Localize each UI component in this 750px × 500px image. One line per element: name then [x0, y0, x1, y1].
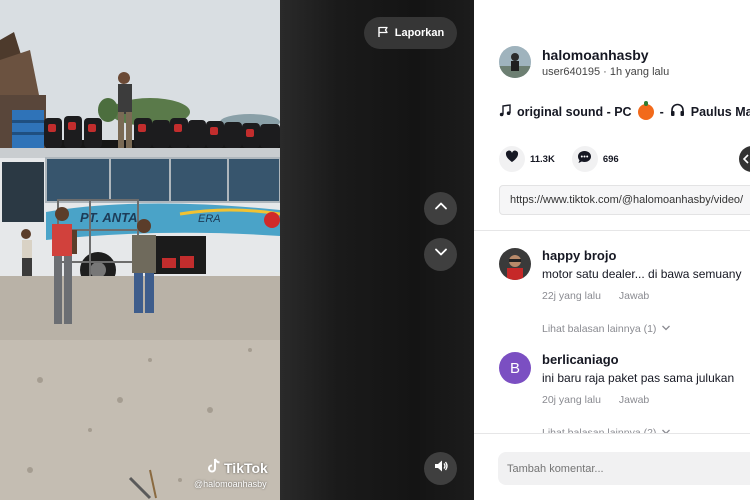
heart-icon [505, 150, 519, 168]
code-icon [739, 154, 750, 176]
video-scene: PT. ANTA ERA [0, 0, 280, 500]
action-bar: 11.3K 696 [499, 146, 636, 172]
reply-button[interactable]: Jawab [619, 394, 649, 406]
comment-text: motor satu dealer... di bawa semuany [542, 267, 742, 281]
reply-button[interactable]: Jawab [619, 290, 649, 302]
author-avatar[interactable] [499, 46, 531, 78]
music-note-icon [499, 103, 511, 120]
tiktok-logo-icon [207, 458, 221, 477]
next-video-button[interactable] [424, 238, 457, 271]
speaker-icon [433, 458, 449, 479]
music-link[interactable]: original sound - PC - Paulus Mar [499, 100, 750, 120]
video-player[interactable]: PT. ANTA ERA Laporkan TikTok @halomoanha… [0, 0, 474, 500]
like-button[interactable]: 11.3K [499, 146, 555, 172]
comment-text: ini baru raja paket pas sama julukan [542, 371, 735, 385]
bus-sign-tail: ERA [198, 213, 221, 225]
details-panel: halomoanhasby user640195 · 1h yang lalu … [474, 0, 750, 500]
tiktok-watermark: TikTok @halomoanhasby [194, 458, 268, 489]
divider [474, 230, 750, 231]
comment-bubble-icon [577, 150, 592, 169]
author-meta: user640195 · 1h yang lalu [542, 65, 670, 78]
report-button[interactable]: Laporkan [364, 17, 457, 49]
video-frame[interactable]: PT. ANTA ERA [0, 0, 280, 500]
like-count: 11.3K [530, 153, 555, 165]
comment-composer [474, 433, 750, 500]
report-label: Laporkan [394, 27, 445, 39]
comment-item: B berlicaniago ini baru raja paket pas s… [499, 352, 734, 406]
watermark-brand: TikTok [224, 459, 268, 476]
pumpkin-emoji-icon [637, 100, 654, 120]
chevron-down-icon [661, 323, 671, 335]
headphones-emoji-icon [670, 103, 685, 120]
bus-sign: PT. ANTA [80, 210, 138, 225]
volume-button[interactable] [424, 452, 457, 485]
comment-item: happy brojo motor satu dealer... di bawa… [499, 248, 741, 302]
comment-input[interactable] [498, 452, 750, 485]
copy-link-field[interactable]: https://www.tiktok.com/@halomoanhasby/vi… [499, 185, 750, 215]
tiktok-web-viewer: PT. ANTA ERA Laporkan TikTok @halomoanha… [0, 0, 750, 500]
comment-time: 20j yang lalu [542, 394, 601, 406]
commenter-name[interactable]: happy brojo [542, 248, 741, 263]
comment-button[interactable]: 696 [571, 146, 619, 172]
commenter-name[interactable]: berlicaniago [542, 352, 734, 367]
more-replies-label: Lihat balasan lainnya (1) [542, 323, 657, 335]
commenter-avatar[interactable] [499, 248, 531, 280]
comment-count: 696 [602, 153, 619, 165]
embed-share-button[interactable] [739, 146, 750, 172]
author-username[interactable]: halomoanhasby [542, 47, 669, 63]
flag-icon [377, 26, 389, 41]
commenter-avatar[interactable]: B [499, 352, 531, 384]
view-more-replies[interactable]: Lihat balasan lainnya (1) [542, 323, 671, 335]
author-info: halomoanhasby user640195 · 1h yang lalu [499, 46, 669, 78]
watermark-username: @halomoanhasby [194, 479, 267, 489]
music-title: original sound - PC [517, 104, 632, 119]
chevron-down-icon [433, 244, 449, 265]
previous-video-button[interactable] [424, 192, 457, 225]
comment-time: 22j yang lalu [542, 290, 601, 302]
music-artist: Paulus Mar [690, 104, 750, 119]
chevron-up-icon [433, 198, 449, 219]
